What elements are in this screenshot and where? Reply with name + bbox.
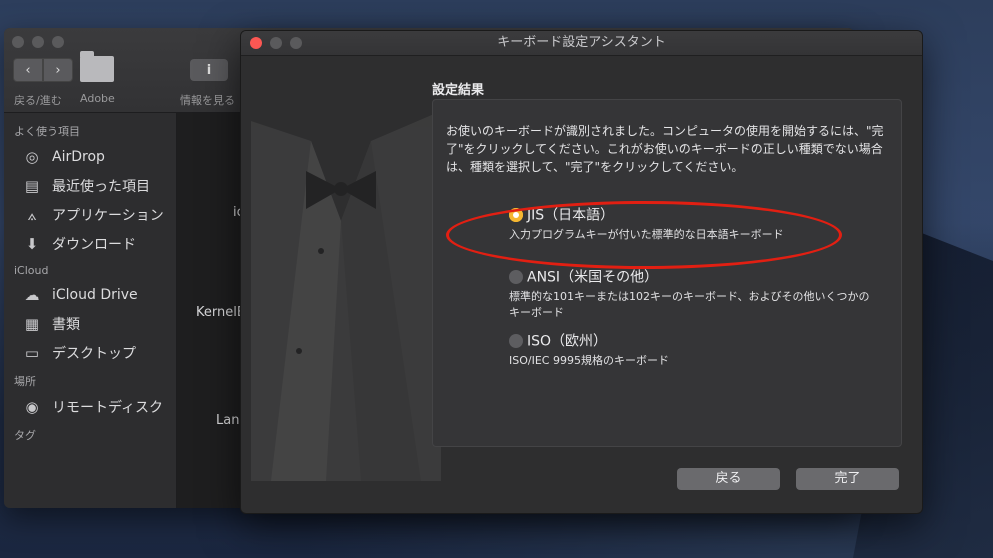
section-heading: 設定結果 (432, 83, 485, 98)
close-button[interactable] (12, 36, 24, 48)
sidebar-item-desktop[interactable]: ▭ デスクトップ (4, 338, 176, 367)
sidebar-item-label: デスクトップ (52, 345, 136, 362)
info-icon[interactable]: i (190, 59, 228, 81)
done-button[interactable]: 完了 (796, 468, 899, 490)
cloud-icon: ☁ (24, 285, 40, 304)
sidebar-item-label: リモートディスク (52, 399, 164, 416)
recents-icon: ▤ (24, 176, 40, 195)
option-iso[interactable]: ISO（欧州） ISO/IEC 9995規格のキーボード (509, 330, 669, 369)
description-text: お使いのキーボードが識別されました。コンピュータの使用を開始するには、"完了"を… (446, 124, 884, 174)
back-button[interactable]: 戻る (677, 468, 780, 490)
applications-icon: ⟑ (27, 205, 37, 224)
back-forward-buttons: ‹ › (13, 58, 73, 82)
dialog-title: キーボード設定アシスタント (497, 35, 666, 50)
sidebar-item-documents[interactable]: ▦ 書類 (4, 309, 176, 338)
dialog-titlebar: キーボード設定アシスタント (241, 31, 922, 56)
close-button[interactable] (250, 37, 262, 49)
radio-unselected[interactable] (509, 333, 523, 348)
sidebar-section-locations: 場所 (14, 375, 36, 388)
sidebar-item-airdrop[interactable]: ◎ AirDrop (4, 142, 176, 171)
folder-icon[interactable] (80, 51, 114, 82)
file-name[interactable]: KernelE (196, 305, 245, 320)
finder-sidebar: よく使う項目 ◎ AirDrop ▤ 最近使った項目 ⟑ アプリケーション ⬇ ダウンロ… (4, 113, 177, 508)
sidebar-item-applications[interactable]: ⟑ アプリケーション (4, 200, 176, 229)
radio-unselected[interactable] (509, 269, 523, 284)
sidebar-section-icloud: iCloud (14, 264, 49, 277)
folder-label: Adobe (80, 92, 115, 105)
back-forward-label: 戻る/進む (14, 94, 62, 107)
minimize-button[interactable] (32, 36, 44, 48)
sidebar-section-tags: タグ (14, 429, 36, 442)
zoom-button[interactable] (290, 37, 302, 49)
chevron-right-icon[interactable]: › (43, 58, 73, 82)
option-description: ISO/IEC 9995規格のキーボード (509, 353, 669, 367)
option-description: 標準的な101キーまたは102キーのキーボード、およびその他いくつかの (509, 289, 870, 303)
desktop-icon: ▭ (24, 343, 40, 362)
option-title: ANSI（米国その他） (527, 269, 659, 286)
disc-icon: ◉ (25, 397, 39, 416)
result-panel: お使いのキーボードが識別されました。コンピュータの使用を開始するには、"完了"を… (432, 99, 902, 447)
sidebar-item-remote-disc[interactable]: ◉ リモートディスク (4, 392, 176, 421)
sidebar-section-favorites: よく使う項目 (14, 125, 80, 138)
keyboard-setup-dialog: キーボード設定アシスタント 設定結果 お使いのキーボードが識別されました。コンピ… (240, 30, 923, 514)
chevron-left-icon[interactable]: ‹ (13, 58, 43, 82)
sidebar-item-recents[interactable]: ▤ 最近使った項目 (4, 171, 176, 200)
option-description-cont: キーボード (509, 305, 564, 319)
zoom-button[interactable] (52, 36, 64, 48)
sidebar-item-label: ダウンロード (52, 236, 136, 253)
sidebar-item-downloads[interactable]: ⬇ ダウンロード (4, 229, 176, 258)
finder-window-controls (12, 36, 64, 48)
sidebar-item-label: 最近使った項目 (52, 178, 150, 195)
highlight-annotation (446, 201, 842, 269)
airdrop-icon: ◎ (25, 147, 39, 166)
sidebar-item-icloud-drive[interactable]: ☁ iCloud Drive (4, 280, 176, 309)
dialog-window-controls (250, 37, 302, 49)
sidebar-item-label: アプリケーション (52, 207, 164, 224)
sidebar-item-label: 書類 (52, 316, 80, 333)
downloads-icon: ⬇ (25, 234, 39, 253)
option-title: ISO（欧州） (527, 333, 608, 350)
option-ansi[interactable]: ANSI（米国その他） 標準的な101キーまたは102キーのキーボード、およびそ… (509, 266, 870, 321)
sidebar-item-label: iCloud Drive (52, 286, 138, 303)
info-label: 情報を見る (180, 94, 235, 107)
minimize-button[interactable] (270, 37, 282, 49)
documents-icon: ▦ (24, 314, 40, 333)
tuxedo-illustration (251, 111, 441, 481)
sidebar-item-label: AirDrop (52, 148, 105, 165)
